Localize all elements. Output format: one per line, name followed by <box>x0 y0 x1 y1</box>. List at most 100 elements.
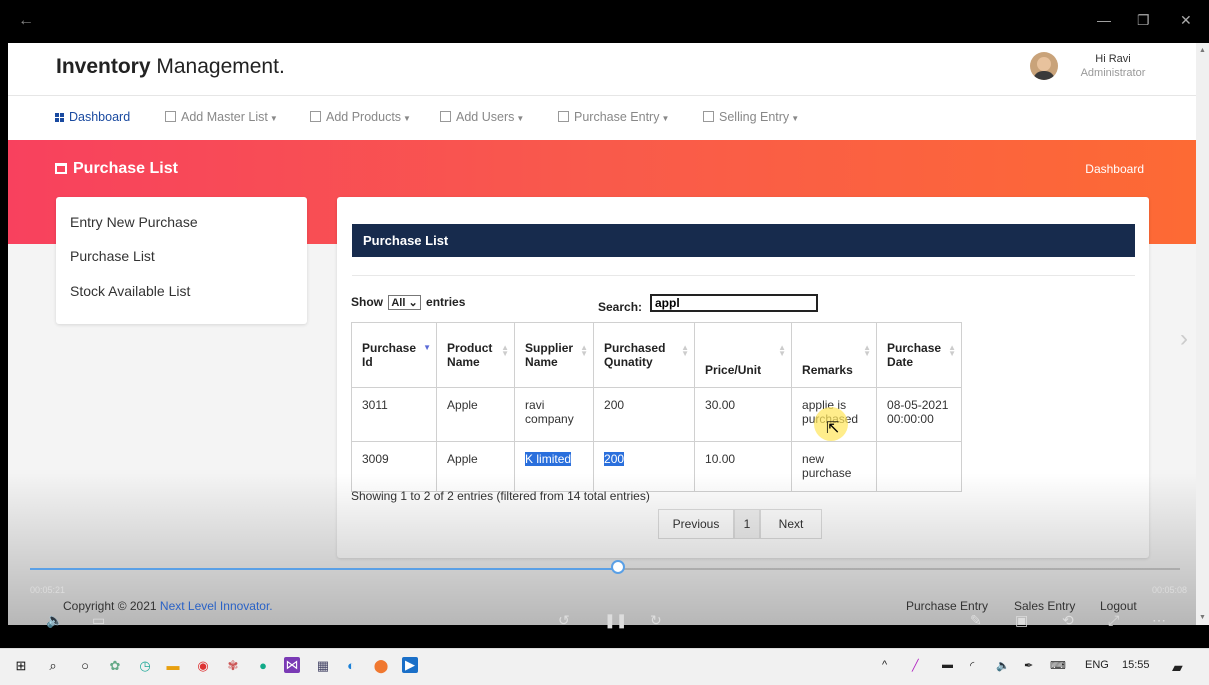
list-icon <box>165 111 176 122</box>
battery-icon[interactable]: ▬ <box>942 659 953 671</box>
minimize-icon[interactable]: — <box>1097 12 1111 28</box>
clock-app-icon[interactable]: ◷ <box>136 657 154 675</box>
table-row: 3009 Apple K limited 200 10.00 new purch… <box>350 441 963 492</box>
remaining-time: 00:05:08 <box>1152 585 1188 595</box>
entries-select[interactable]: All ⌄ <box>388 295 421 310</box>
caret-down-icon: ▼ <box>661 114 670 123</box>
restore-icon[interactable]: ❐ <box>1137 12 1150 29</box>
sort-icon: ▲ ▼ <box>863 343 872 358</box>
pause-icon[interactable]: ❚❚ <box>604 612 627 629</box>
user-role: Administrator <box>1080 67 1146 79</box>
column-header-price-unit[interactable]: Price/Unit ▲ ▼ <box>694 322 793 388</box>
show-entries: Show All ⌄ entries <box>351 295 466 310</box>
pen-tray-icon[interactable]: ╱ <box>912 659 919 672</box>
active-app-icon[interactable]: ▶ <box>402 657 418 673</box>
caret-down-icon: ▼ <box>791 114 800 123</box>
side-menu: Entry New Purchase Purchase List Stock A… <box>56 197 307 324</box>
sort-icon: ▲ ▼ <box>948 343 957 358</box>
wifi-icon[interactable]: ◜ <box>970 659 974 672</box>
speaker-icon[interactable]: 🔈 <box>996 659 1010 672</box>
seek-progress <box>30 568 620 570</box>
captions-icon[interactable]: ▭ <box>92 612 105 629</box>
search-icon[interactable]: ⌕ <box>44 657 62 675</box>
card-title: Purchase List <box>363 233 449 248</box>
calendar-icon <box>55 163 67 174</box>
pen-icon[interactable]: ✎ <box>970 612 982 629</box>
list-icon <box>703 111 714 122</box>
notification-icon[interactable]: ▰ <box>1172 659 1183 676</box>
repeat-icon[interactable]: ⟲ <box>1062 612 1074 629</box>
purchase-table: Purchase Id ▼ Product Name ▲ ▼ Supplier Nam… <box>350 322 963 492</box>
chevron-down-icon: ⌄ <box>408 297 418 309</box>
column-header-purchase-id[interactable]: Purchase Id ▼ <box>350 322 438 388</box>
nav-selling-entry[interactable]: Selling Entry ▼ <box>703 110 799 124</box>
search-input[interactable] <box>650 294 818 312</box>
list-icon <box>310 111 321 122</box>
list-icon <box>558 111 569 122</box>
close-icon[interactable]: ✕ <box>1180 12 1192 29</box>
nav-purchase-entry[interactable]: Purchase Entry ▼ <box>558 110 669 124</box>
footer-link-logout[interactable]: Logout <box>1100 599 1137 613</box>
selected-text: K limited <box>525 452 572 466</box>
volume-icon[interactable]: 🔈 <box>46 612 63 629</box>
column-header-supplier-name[interactable]: Supplier Name ▲ ▼ <box>514 322 595 388</box>
column-header-purchased-quantity[interactable]: Purchased Qunatity ▲ ▼ <box>593 322 696 388</box>
nav-add-products[interactable]: Add Products ▼ <box>310 110 411 124</box>
user-greeting: Hi Ravi <box>1095 53 1131 65</box>
selected-text: 200 <box>604 452 625 466</box>
elapsed-time: 00:05:21 <box>30 585 66 595</box>
nav-add-users[interactable]: Add Users ▼ <box>440 110 524 124</box>
chrome-icon[interactable]: ● <box>254 657 272 675</box>
side-link-stock-available-list[interactable]: Stock Available List <box>70 283 190 299</box>
company-link[interactable]: Next Level Innovator. <box>160 599 273 613</box>
chevron-right-icon[interactable]: › <box>1180 325 1188 353</box>
scrollbar[interactable] <box>1196 43 1209 625</box>
user-avatar[interactable] <box>1030 52 1058 80</box>
rewind-10-icon[interactable]: ↺ <box>558 612 570 629</box>
sort-icon: ▲ ▼ <box>778 343 787 358</box>
list-icon <box>440 111 451 122</box>
file-explorer-icon[interactable]: ▬ <box>164 657 182 675</box>
player-title-bar: ← — ❐ ✕ <box>0 0 1209 43</box>
mini-view-icon[interactable]: ▣ <box>1015 612 1028 629</box>
scroll-up-icon[interactable]: ▲ <box>1199 47 1206 54</box>
previous-page-button[interactable]: Previous <box>658 509 734 539</box>
back-arrow-icon[interactable]: ← <box>18 12 34 30</box>
language-indicator[interactable]: ENG <box>1085 659 1109 671</box>
chevron-up-icon[interactable]: ^ <box>882 659 887 671</box>
paint-app-icon[interactable]: ✾ <box>224 657 242 675</box>
app-icon[interactable]: ✿ <box>106 657 124 675</box>
page-1-button[interactable]: 1 <box>734 509 760 539</box>
browser-icon[interactable]: ◐ <box>342 657 360 675</box>
nav-add-master-list[interactable]: Add Master List ▼ <box>165 110 278 124</box>
nav-dashboard[interactable]: Dashboard <box>55 110 130 124</box>
caret-down-icon: ▼ <box>516 114 525 123</box>
search-label: Search: <box>598 300 643 314</box>
media-app-icon[interactable]: ⬤ <box>372 657 390 675</box>
calculator-icon[interactable]: ▦ <box>314 657 332 675</box>
next-page-button[interactable]: Next <box>760 509 822 539</box>
column-header-product-name[interactable]: Product Name ▲ ▼ <box>436 322 516 388</box>
windows-start-icon[interactable]: ⊞ <box>12 657 30 675</box>
visual-studio-icon[interactable]: ⋈ <box>284 657 300 673</box>
keyboard-icon[interactable]: ⌨ <box>1050 659 1066 672</box>
breadcrumb-dashboard[interactable]: Dashboard <box>1085 162 1144 176</box>
brand-logo[interactable]: Inventory Management. <box>56 55 285 79</box>
side-link-purchase-list[interactable]: Purchase List <box>70 248 155 264</box>
forward-30-icon[interactable]: ↻ <box>650 612 662 629</box>
table-row: 3011 Apple ravi company 200 30.00 applie… <box>350 387 963 442</box>
card-header: Purchase List <box>352 224 1135 257</box>
footer-link-sales-entry[interactable]: Sales Entry <box>1014 599 1075 613</box>
fullscreen-icon[interactable]: ⤢ <box>1108 612 1119 629</box>
pen-settings-icon[interactable]: ✒ <box>1024 659 1033 672</box>
seek-handle[interactable] <box>611 560 625 574</box>
footer-link-purchase-entry[interactable]: Purchase Entry <box>906 599 988 613</box>
scroll-down-icon[interactable]: ▼ <box>1199 614 1206 621</box>
more-icon[interactable]: ⋯ <box>1152 612 1166 629</box>
column-header-purchase-date[interactable]: Purchase Date ▲ ▼ <box>876 322 963 388</box>
cortana-icon[interactable]: ○ <box>76 657 94 675</box>
clock[interactable]: 15:55 <box>1122 659 1150 671</box>
side-link-entry-new-purchase[interactable]: Entry New Purchase <box>70 214 198 230</box>
column-header-remarks[interactable]: Remarks ▲ ▼ <box>791 322 878 388</box>
security-app-icon[interactable]: ◉ <box>194 657 212 675</box>
